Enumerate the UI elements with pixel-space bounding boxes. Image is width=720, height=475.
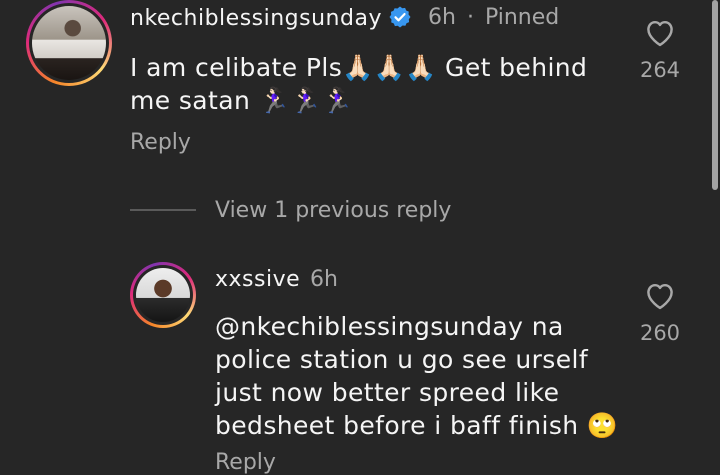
avatar-image bbox=[136, 268, 190, 322]
verified-badge-icon bbox=[389, 6, 411, 28]
reply-text-line: police station u go see urself bbox=[215, 345, 589, 374]
comment-text: I am celibate Pls🙏🏻🙏🏻🙏🏻 Get behind me sa… bbox=[130, 51, 587, 117]
username-text[interactable]: nkechiblessingsunday bbox=[130, 6, 382, 31]
heart-icon[interactable] bbox=[643, 17, 677, 47]
comment-text-line: I am celibate Pls🙏🏻🙏🏻🙏🏻 Get behind bbox=[130, 53, 588, 82]
reply-text: @nkechiblessingsunday na police station … bbox=[215, 310, 618, 442]
like-count: 264 bbox=[639, 58, 681, 82]
reply-button[interactable]: Reply bbox=[215, 450, 276, 475]
comment-meta: 6h · Pinned bbox=[428, 5, 559, 30]
comment-text-line: me satan 🏃🏻‍♀️🏃🏻‍♀️🏃🏻‍♀️ bbox=[130, 86, 354, 115]
avatar-xxssive[interactable] bbox=[130, 262, 196, 328]
avatar-ring-gap bbox=[29, 3, 109, 83]
reply-text-line: just now better spreed like bbox=[215, 378, 560, 407]
meta-separator: · bbox=[466, 5, 474, 30]
pinned-label: Pinned bbox=[484, 5, 560, 30]
view-replies-button[interactable]: View 1 previous reply bbox=[215, 198, 451, 223]
comment-time: 6h bbox=[428, 5, 456, 30]
avatar-image bbox=[32, 6, 106, 80]
scrollbar[interactable] bbox=[712, 0, 718, 190]
reply-time: 6h bbox=[310, 267, 338, 292]
comment-username[interactable]: nkechiblessingsunday bbox=[130, 5, 412, 31]
like-count: 260 bbox=[639, 321, 681, 345]
reply-username[interactable]: xxssive bbox=[215, 267, 300, 292]
thread-line bbox=[130, 209, 196, 211]
reply-text-line: @nkechiblessingsunday na bbox=[215, 312, 564, 341]
avatar-ring-gap bbox=[133, 265, 193, 325]
heart-icon[interactable] bbox=[643, 280, 677, 310]
reply-button[interactable]: Reply bbox=[130, 130, 191, 155]
avatar-nkechiblessingsunday[interactable] bbox=[26, 0, 112, 86]
reply-text-line: bedsheet before i baff finish 🙄 bbox=[215, 411, 619, 440]
